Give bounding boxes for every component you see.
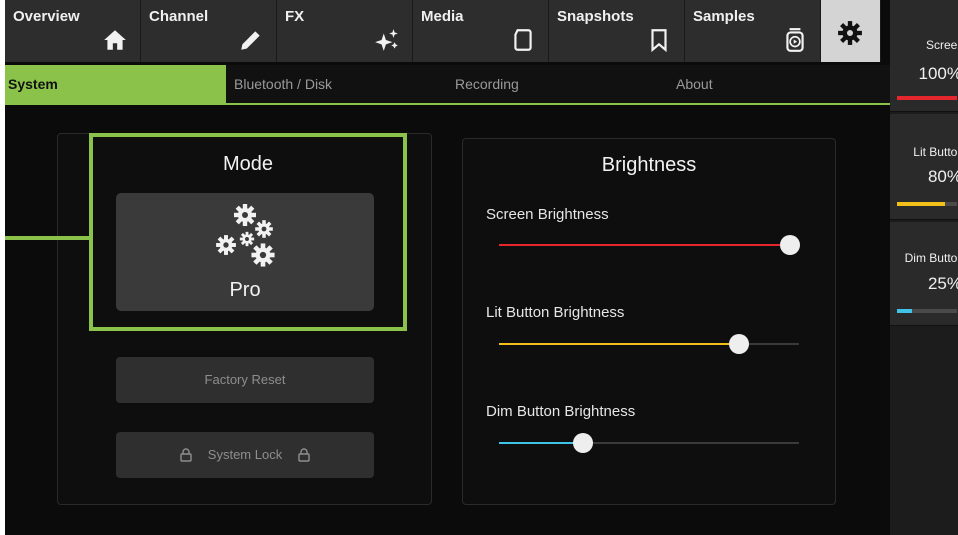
strip-dim-button-name: Dim Button — [904, 251, 958, 265]
strip-lit-button-value: 80% — [927, 167, 958, 186]
system-lock-button[interactable]: System Lock — [116, 432, 374, 478]
tab-overview[interactable]: Overview — [5, 0, 141, 62]
strip-lit-button-bar-fill — [897, 202, 945, 206]
pencil-icon — [241, 31, 260, 50]
callout-line — [5, 236, 89, 240]
lit-button-brightness-fill — [499, 343, 739, 345]
tab-media-label: Media — [421, 8, 464, 25]
screen-brightness-fill — [499, 244, 790, 246]
top-navigation: Overview Channel FX Media Snapshots Samp… — [5, 0, 890, 62]
dim-button-brightness-fill — [499, 442, 583, 444]
strip-screen-name: Screen — [925, 38, 958, 52]
strip-lit-button-name: Lit Button — [913, 145, 958, 159]
sparkle-icon — [375, 29, 398, 51]
tab-fx-label: FX — [285, 8, 305, 25]
dim-button-brightness-label: Dim Button Brightness — [486, 403, 636, 420]
mode-title: Mode — [222, 153, 274, 175]
tab-fx[interactable]: FX — [277, 0, 413, 62]
strip-screen-value: 100% — [918, 64, 958, 83]
bookmark-icon — [651, 29, 667, 53]
strip-screen[interactable]: Screen 100% — [890, 0, 958, 112]
tab-samples-label: Samples — [693, 8, 755, 25]
strip-screen-bar — [897, 96, 957, 100]
brightness-title: Brightness — [601, 154, 697, 176]
settings-subnav: System Bluetooth / Disk Recording About — [5, 65, 890, 105]
tab-media[interactable]: Media — [413, 0, 549, 62]
strip-dim-button-bar — [897, 309, 957, 313]
strip-screen-bar-fill — [897, 96, 957, 100]
dim-button-brightness-slider[interactable] — [499, 433, 799, 453]
tab-snapshots[interactable]: Snapshots — [549, 0, 685, 62]
lit-button-brightness-slider[interactable] — [499, 334, 799, 354]
gear-icon — [838, 21, 862, 45]
lock-icon — [180, 448, 192, 462]
lock-icon — [298, 448, 310, 462]
subtab-about[interactable]: About — [668, 65, 889, 103]
tab-overview-label: Overview — [13, 8, 80, 25]
brightness-panel — [462, 138, 836, 505]
lit-button-brightness-label: Lit Button Brightness — [486, 304, 625, 321]
strip-dim-button-bar-fill — [897, 309, 912, 313]
strip-lit-button-bar — [897, 202, 957, 206]
mixer-screen: Overview Channel FX Media Snapshots Samp… — [5, 0, 958, 535]
subtab-recording[interactable]: Recording — [447, 65, 668, 103]
tab-channel-label: Channel — [149, 8, 209, 25]
factory-reset-button[interactable]: Factory Reset — [116, 357, 374, 403]
lit-button-brightness-thumb[interactable] — [729, 334, 749, 354]
gears-icon — [216, 204, 275, 267]
tab-samples[interactable]: Samples — [685, 0, 821, 62]
strip-dim-button-value: 25% — [927, 274, 958, 293]
sd-card-icon — [514, 29, 532, 51]
brightness-side-strip: Screen 100% Lit Button 80% Dim Button 25… — [890, 0, 958, 535]
tab-snapshots-label: Snapshots — [557, 8, 634, 25]
tab-channel[interactable]: Channel — [141, 0, 277, 62]
subtab-system[interactable]: System — [5, 65, 226, 103]
screen-brightness-slider[interactable] — [499, 235, 800, 255]
mode-button[interactable]: Pro — [116, 193, 374, 311]
home-icon — [104, 30, 126, 50]
strip-dim-button[interactable]: Dim Button 25% — [890, 222, 958, 326]
mode-value: Pro — [229, 279, 261, 301]
subtab-bluetooth-disk[interactable]: Bluetooth / Disk — [226, 65, 447, 103]
tab-settings[interactable] — [821, 0, 881, 62]
screen-brightness-thumb[interactable] — [780, 235, 800, 255]
system-lock-label: System Lock — [207, 447, 283, 462]
screen-brightness-label: Screen Brightness — [486, 206, 609, 223]
dim-button-brightness-thumb[interactable] — [573, 433, 593, 453]
strip-lit-button[interactable]: Lit Button 80% — [890, 114, 958, 220]
sample-player-icon — [786, 28, 804, 52]
